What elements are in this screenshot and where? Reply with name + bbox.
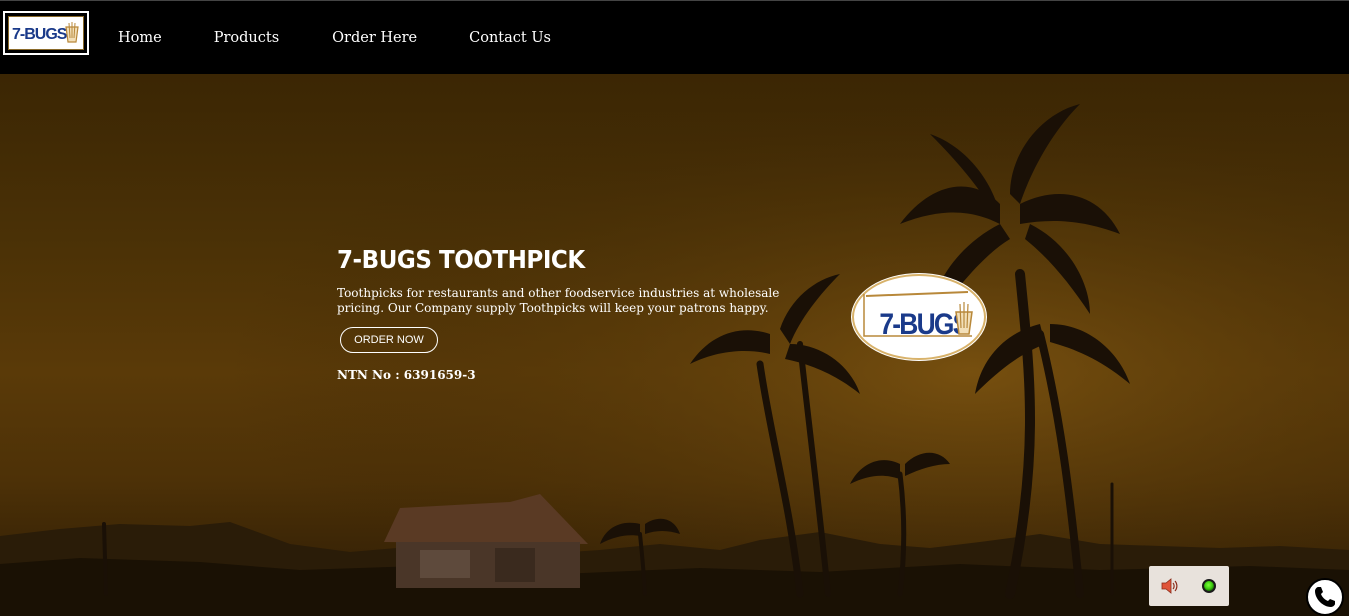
hero-title: 7-BUGS TOOTHPICK xyxy=(337,245,585,274)
toothpick-cup-icon xyxy=(65,22,79,43)
brand-logo-badge: 7-BUGS xyxy=(8,16,84,50)
hero-content: 7-BUGS TOOTHPICK Toothpicks for restaura… xyxy=(337,246,807,383)
nav-order-here[interactable]: Order Here xyxy=(332,28,417,48)
main-nav: Home Products Order Here Contact Us xyxy=(118,28,603,48)
ntn-number: NTN No : 6391659-3 xyxy=(337,368,476,382)
navbar: 7-BUGS Home Products Order Here Contact … xyxy=(0,0,1349,74)
hero-description: Toothpicks for restaurants and other foo… xyxy=(337,286,780,315)
audio-widget xyxy=(1149,566,1229,606)
nav-products[interactable]: Products xyxy=(214,28,279,48)
hero-logo-badge: 7-BUGS xyxy=(852,274,986,360)
hero-logo-mark: 7-BUGS xyxy=(863,291,973,340)
phone-call-button[interactable] xyxy=(1306,578,1344,616)
brand-logo-text: 7-BUGS xyxy=(12,26,68,43)
phone-icon xyxy=(1315,587,1335,607)
nav-home[interactable]: Home xyxy=(118,28,162,48)
brand-logo-mark: 7-BUGS xyxy=(12,22,79,43)
speaker-icon[interactable] xyxy=(1161,578,1179,594)
order-now-button[interactable]: ORDER NOW xyxy=(340,327,438,353)
brand-logo[interactable]: 7-BUGS xyxy=(3,11,89,55)
nav-contact-us[interactable]: Contact Us xyxy=(469,28,551,48)
hero-section: 7-BUGS TOOTHPICK Toothpicks for restaura… xyxy=(0,74,1349,616)
status-dot-icon xyxy=(1202,579,1216,593)
